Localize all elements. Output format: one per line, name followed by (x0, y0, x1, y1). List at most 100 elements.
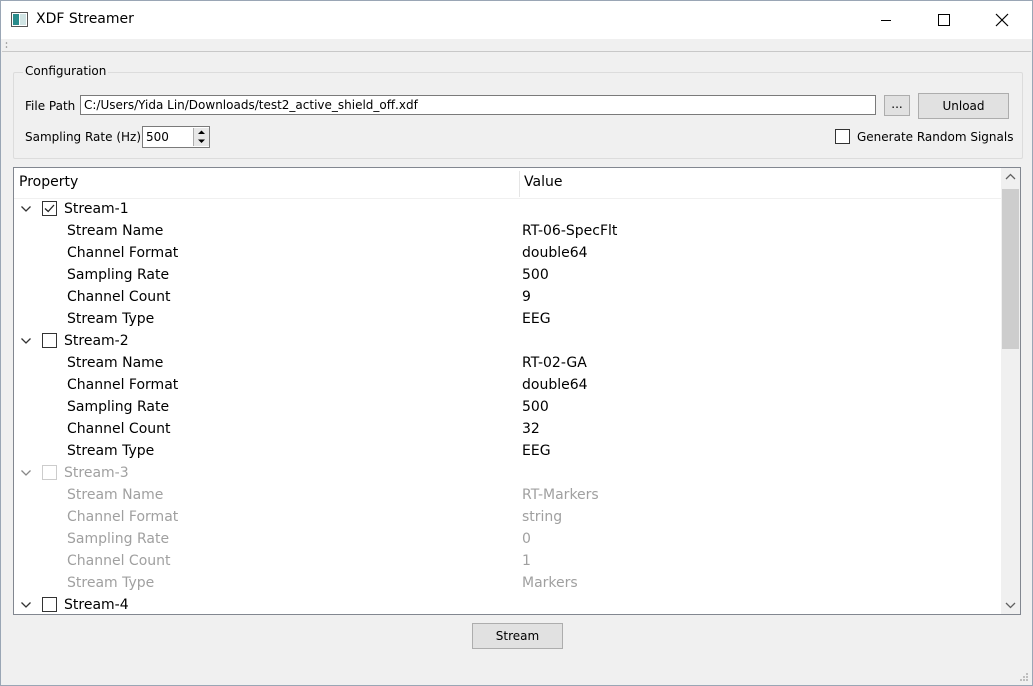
property-key: Stream Name (67, 487, 164, 503)
property-row[interactable]: Stream Type EEG (14, 308, 1001, 330)
property-key: Stream Name (67, 355, 164, 371)
spin-buttons (193, 128, 209, 146)
property-value: 32 (522, 421, 540, 437)
file-path-input[interactable]: C:/Users/Yida Lin/Downloads/test2_active… (80, 95, 876, 115)
resize-grip-icon[interactable] (1019, 672, 1029, 682)
toolbar-grip-icon (5, 42, 8, 48)
property-value: 500 (522, 267, 549, 283)
stream-name-label: Stream-4 (64, 597, 129, 613)
minimize-button[interactable] (863, 1, 909, 39)
configuration-group-title: Configuration (23, 64, 109, 78)
title-bar: XDF Streamer (1, 1, 1032, 39)
property-row[interactable]: Stream Type EEG (14, 440, 1001, 462)
property-value: Markers (522, 575, 578, 591)
property-key: Channel Count (67, 553, 171, 569)
checkmark-icon (44, 204, 55, 213)
scroll-up-button[interactable] (1001, 168, 1020, 185)
property-key: Channel Format (67, 509, 179, 525)
arrow-down-icon (198, 139, 205, 143)
stream-row[interactable]: Stream-2 (14, 330, 1001, 352)
property-row[interactable]: Sampling Rate 0 (14, 528, 1001, 550)
maximize-button[interactable] (921, 1, 967, 39)
stream-name-label: Stream-3 (64, 465, 129, 481)
scroll-thumb[interactable] (1002, 189, 1019, 349)
property-key: Stream Type (67, 575, 155, 591)
sampling-rate-value[interactable]: 500 (146, 130, 169, 144)
checkbox-box (42, 333, 57, 348)
property-key: Stream Type (67, 311, 155, 327)
property-row[interactable]: Channel Count 9 (14, 286, 1001, 308)
stream-row[interactable]: Stream-3 (14, 462, 1001, 484)
sampling-rate-spinbox[interactable]: 500 (142, 126, 210, 148)
property-value: EEG (522, 311, 551, 327)
stream-checkbox[interactable] (42, 201, 57, 216)
property-row[interactable]: Sampling Rate 500 (14, 264, 1001, 286)
stream-name-label: Stream-2 (64, 333, 129, 349)
stream-row[interactable]: Stream-4 (14, 594, 1001, 614)
stream-checkbox[interactable] (42, 333, 57, 348)
checkbox-box (42, 597, 57, 612)
property-key: Stream Name (67, 223, 164, 239)
property-key: Sampling Rate (67, 267, 170, 283)
property-row[interactable]: Sampling Rate 500 (14, 396, 1001, 418)
property-row[interactable]: Channel Format string (14, 506, 1001, 528)
property-key: Channel Count (67, 289, 171, 305)
stream-row[interactable]: Stream-1 (14, 198, 1001, 220)
property-value: 9 (522, 289, 531, 305)
header-divider (519, 171, 520, 197)
close-icon (995, 13, 1009, 27)
scroll-down-button[interactable] (1001, 597, 1020, 614)
property-row[interactable]: Stream Name RT-Markers (14, 484, 1001, 506)
property-row[interactable]: Channel Format double64 (14, 374, 1001, 396)
app-icon (11, 12, 28, 27)
expand-chevron-icon[interactable] (20, 467, 32, 479)
property-row[interactable]: Channel Count 1 (14, 550, 1001, 572)
stream-checkbox[interactable] (42, 597, 57, 612)
property-key: Sampling Rate (67, 531, 170, 547)
property-key: Channel Count (67, 421, 171, 437)
close-button[interactable] (979, 1, 1025, 39)
property-value: double64 (522, 245, 588, 261)
window-title: XDF Streamer (36, 11, 134, 27)
expand-chevron-icon[interactable] (20, 599, 32, 611)
stream-button[interactable]: Stream (472, 623, 563, 649)
spin-down-button[interactable] (193, 137, 209, 146)
property-value: string (522, 509, 563, 525)
property-value: 1 (522, 553, 531, 569)
property-row[interactable]: Stream Type Markers (14, 572, 1001, 594)
property-row[interactable]: Stream Name RT-06-SpecFlt (14, 220, 1001, 242)
tree-scrollbar[interactable] (1001, 168, 1020, 614)
maximize-icon (938, 14, 950, 26)
browse-button[interactable]: ... (884, 95, 910, 116)
expand-chevron-icon[interactable] (20, 335, 32, 347)
property-value: 500 (522, 399, 549, 415)
value-column-header[interactable]: Value (524, 174, 562, 190)
property-value: RT-06-SpecFlt (522, 223, 618, 239)
checkbox-box (42, 201, 57, 216)
tree-header: Property Value (14, 168, 1001, 199)
stream-checkbox (42, 465, 57, 480)
checkbox-box (42, 465, 57, 480)
property-value: EEG (522, 443, 551, 459)
property-row[interactable]: Channel Count 32 (14, 418, 1001, 440)
property-value: RT-Markers (522, 487, 599, 503)
property-value: RT-02-GA (522, 355, 587, 371)
property-key: Channel Format (67, 245, 179, 261)
random-signals-checkbox[interactable] (835, 129, 850, 144)
property-column-header[interactable]: Property (19, 174, 78, 190)
file-path-label: File Path (25, 99, 76, 113)
chevron-up-icon (1005, 173, 1016, 180)
random-signals-label: Generate Random Signals (857, 130, 1014, 144)
stream-tree[interactable]: Property Value Stream-1 Stream Name RT-06-… (13, 167, 1021, 615)
property-key: Stream Type (67, 443, 155, 459)
stream-name-label: Stream-1 (64, 201, 129, 217)
sampling-rate-label: Sampling Rate (Hz) (25, 130, 141, 144)
chevron-down-icon (1005, 602, 1016, 609)
property-row[interactable]: Stream Name RT-02-GA (14, 352, 1001, 374)
tree-rows: Stream-1 Stream Name RT-06-SpecFlt Channel … (14, 198, 1001, 614)
expand-chevron-icon[interactable] (20, 203, 32, 215)
property-row[interactable]: Channel Format double64 (14, 242, 1001, 264)
app-window: XDF Streamer Configuration File Path C:/… (0, 0, 1033, 686)
property-key: Sampling Rate (67, 399, 170, 415)
unload-button[interactable]: Unload (918, 93, 1009, 119)
